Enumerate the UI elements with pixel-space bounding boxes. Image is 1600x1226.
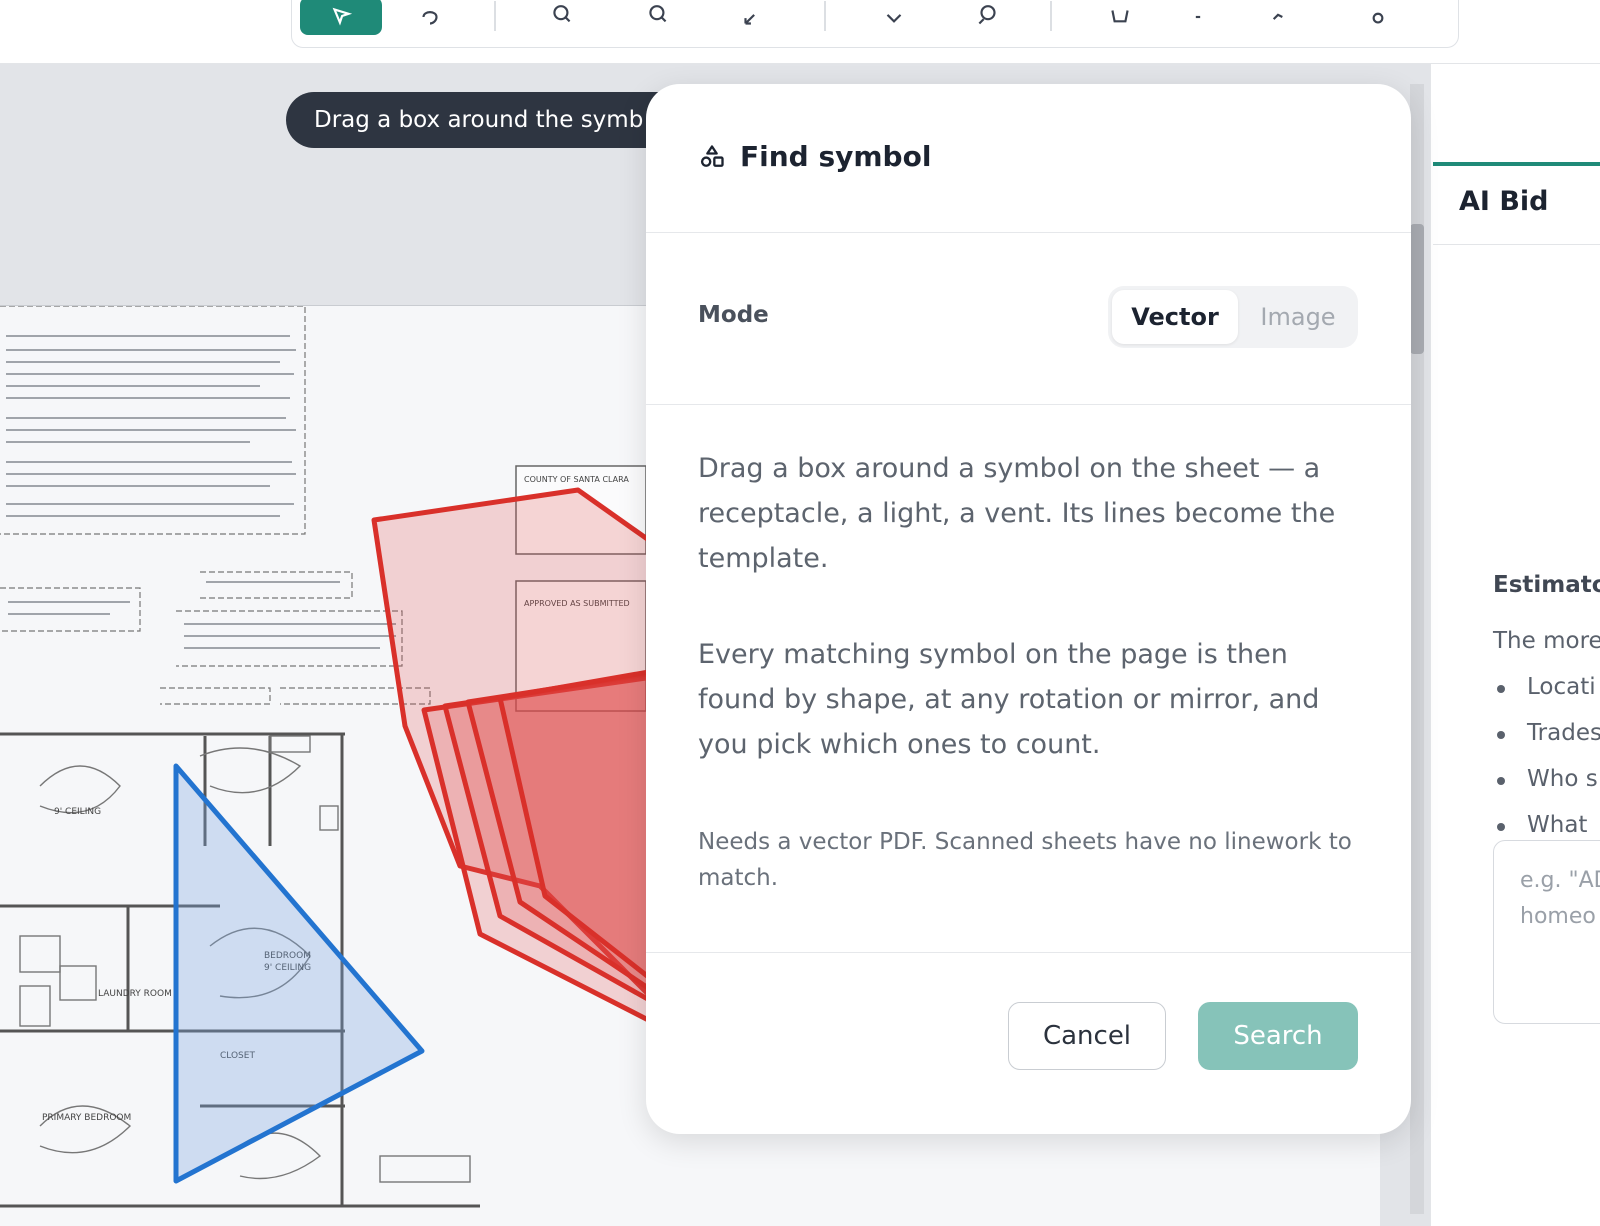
county-stamp-label: COUNTY OF SANTA CLARA — [524, 475, 629, 484]
mode-option-vector[interactable]: Vector — [1112, 290, 1238, 344]
app-root: Drag a box around the symb COUNTY OF SAN… — [0, 0, 1600, 1226]
dialog-divider — [646, 404, 1411, 405]
pan-icon — [422, 11, 438, 25]
search-button[interactable]: Search — [1198, 1002, 1358, 1070]
list-item: Trades — [1493, 718, 1600, 764]
route-tool-button[interactable] — [1258, 0, 1298, 35]
mode-toggle: Vector Image — [1108, 286, 1358, 348]
tag-icon — [886, 14, 902, 23]
vector-pdf-note: Needs a vector PDF. Scanned sheets have … — [698, 829, 1352, 891]
estimator-bullets: Locati Trades Who s What — [1493, 672, 1600, 856]
fit-view-button[interactable] — [732, 0, 772, 35]
cart-icon — [1111, 10, 1129, 23]
undo-icon — [1195, 15, 1201, 19]
estimator-heading: Estimato — [1493, 572, 1600, 598]
tab-ai-bid[interactable]: AI Bid — [1459, 186, 1549, 217]
estimator-textarea[interactable]: e.g. "AD homeo — [1493, 840, 1600, 1024]
cart-tool-button[interactable] — [1100, 0, 1140, 35]
panel-divider — [1433, 244, 1600, 245]
find-symbol-icon — [978, 5, 996, 25]
matching-paragraph: Every matching symbol on the page is the… — [698, 639, 1320, 760]
pan-tool-button[interactable] — [410, 0, 450, 35]
textarea-placeholder-line: e.g. "AD — [1520, 868, 1600, 893]
select-tool-button[interactable] — [300, 0, 382, 35]
tab-active-indicator — [1433, 162, 1600, 166]
primary-bedroom-label: PRIMARY BEDROOM — [42, 1113, 131, 1123]
canvas-hint: Drag a box around the symb — [286, 92, 706, 148]
ceiling-label: 9' CEILING — [54, 807, 101, 817]
mode-option-image[interactable]: Image — [1242, 290, 1354, 344]
laundry-label: LAUNDRY ROOM — [98, 989, 172, 999]
dialog-divider — [646, 232, 1411, 233]
textarea-placeholder-line: homeo — [1520, 904, 1596, 929]
instructions-paragraph: Drag a box around a symbol on the sheet … — [698, 453, 1336, 574]
zoom-out-button[interactable] — [638, 0, 678, 35]
cancel-button[interactable]: Cancel — [1008, 1002, 1166, 1070]
toolbar-divider — [1050, 1, 1052, 31]
select-icon — [332, 7, 353, 26]
find-symbol-tool-button[interactable] — [968, 0, 1008, 35]
ai-bid-panel: AI Bid Estimato The more Locati Trades W… — [1430, 64, 1600, 1226]
toolbar-divider — [824, 1, 826, 31]
mode-label: Mode — [698, 302, 769, 328]
zoom-in-button[interactable] — [542, 0, 582, 35]
tag-tool-button[interactable] — [874, 0, 914, 35]
route-icon — [1272, 13, 1283, 20]
top-bar — [0, 0, 1600, 64]
dialog-divider — [646, 952, 1411, 953]
pin-tool-button[interactable] — [1358, 0, 1398, 35]
toolbar-divider — [494, 1, 496, 31]
zoom-out-icon — [649, 5, 667, 23]
dialog-header: Find symbol — [698, 140, 931, 173]
undo-tool-button[interactable] — [1178, 0, 1218, 35]
dialog-title: Find symbol — [740, 140, 932, 173]
list-item: Locati — [1493, 672, 1600, 718]
canvas-scroll-thumb[interactable] — [1410, 224, 1424, 354]
shapes-icon — [700, 144, 724, 167]
list-item: Who s — [1493, 764, 1600, 810]
pin-icon — [1372, 12, 1384, 24]
fit-icon — [744, 14, 755, 25]
estimator-intro: The more — [1493, 628, 1600, 654]
find-symbol-dialog: Find symbol Mode Vector Image Drag a box… — [646, 84, 1411, 1134]
drawing-toolbar — [291, 0, 1459, 48]
zoom-in-icon — [553, 5, 571, 23]
